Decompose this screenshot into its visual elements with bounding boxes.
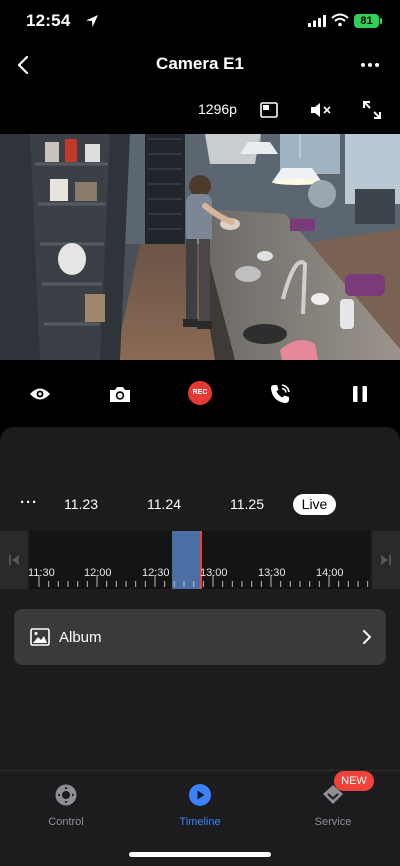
nav-bar: Camera E1	[0, 44, 400, 88]
pause-icon	[353, 386, 367, 402]
status-time: 12:54	[26, 11, 71, 30]
camera-icon	[110, 387, 130, 402]
timeline-time-label: 13:30	[258, 567, 286, 579]
eye-icon	[30, 388, 50, 400]
tab-control[interactable]: Control	[16, 783, 116, 839]
location-arrow-icon	[86, 15, 98, 27]
skip-next-icon	[381, 555, 391, 565]
battery-indicator: 81	[354, 14, 382, 28]
tab-timeline[interactable]: Timeline	[150, 783, 250, 839]
home-indicator	[129, 852, 271, 857]
new-badge: NEW	[334, 771, 374, 791]
chevron-right-icon	[363, 630, 371, 644]
wifi-icon	[331, 13, 349, 27]
timeline-time-label: 11:30	[28, 567, 55, 579]
cellular-signal-icon	[308, 15, 326, 27]
live-video-feed[interactable]	[0, 134, 400, 360]
live-button[interactable]: Live	[293, 494, 336, 515]
playback-controls: REC	[0, 372, 400, 416]
snapshot-button[interactable]	[105, 380, 135, 408]
mute-icon[interactable]	[309, 100, 333, 120]
timeline-panel	[0, 427, 400, 770]
privacy-eye-button[interactable]	[25, 380, 55, 408]
tab-label: Service	[314, 816, 352, 828]
tab-label: Control	[48, 816, 84, 828]
more-options-icon[interactable]	[356, 54, 384, 76]
album-button[interactable]: Album	[14, 609, 386, 665]
picture-in-picture-icon[interactable]	[260, 101, 278, 119]
timeline-ticks	[38, 575, 369, 587]
date-more-button[interactable]: ···	[20, 494, 38, 511]
resolution-selector[interactable]: 1296p	[198, 101, 237, 117]
video-toolbar: 1296p	[0, 92, 400, 128]
tab-service[interactable]: Service	[283, 783, 383, 839]
date-selector: ··· 11.23 11.24 11.25 Live	[0, 494, 400, 516]
timeline-time-label: 13:00	[200, 567, 228, 579]
page-title: Camera E1	[156, 54, 244, 73]
control-dpad-icon	[55, 784, 77, 806]
photo-album-icon	[30, 628, 50, 646]
date-item[interactable]: 11.25	[230, 496, 264, 512]
album-label: Album	[59, 629, 102, 646]
date-item[interactable]: 11.23	[64, 496, 98, 512]
timeline-play-icon	[189, 784, 211, 806]
tab-label: Timeline	[179, 816, 221, 828]
skip-previous-icon	[9, 555, 19, 565]
phone-call-icon	[271, 384, 290, 403]
date-item[interactable]: 11.24	[147, 496, 181, 512]
back-icon[interactable]	[14, 54, 34, 76]
timeline-time-label: 14:00	[316, 567, 344, 579]
fullscreen-icon[interactable]	[362, 100, 382, 120]
timeline-track[interactable]: 11:30 12:00 12:30 13:00 13:30 14:00	[28, 531, 370, 589]
status-bar: 12:54 81	[0, 0, 400, 44]
timeline-scrubber[interactable]: 11:30 12:00 12:30 13:00 13:30 14:00	[0, 531, 400, 589]
talk-button[interactable]	[265, 380, 295, 408]
pause-button[interactable]	[345, 380, 375, 408]
timeline-time-label: 12:30	[142, 567, 170, 579]
record-button[interactable]: REC	[188, 381, 212, 405]
timeline-time-label: 12:00	[84, 567, 112, 579]
timeline-prev-button[interactable]	[0, 531, 28, 589]
timeline-next-button[interactable]	[372, 531, 400, 589]
kitchen-scene-image	[0, 134, 400, 360]
